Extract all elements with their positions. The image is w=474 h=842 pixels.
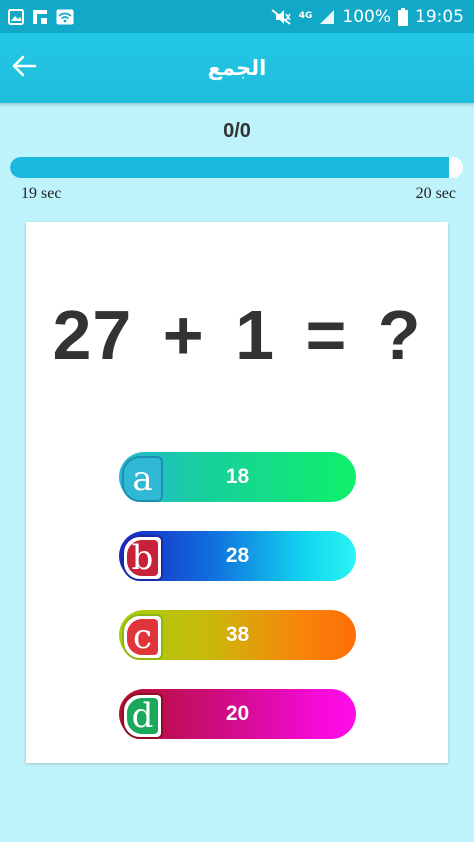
back-button[interactable] (8, 52, 40, 84)
answer-value: 28 (225, 544, 250, 567)
answer-letter: d (131, 696, 154, 736)
answer-letter: b (131, 538, 154, 578)
timer-progress-fill (10, 157, 450, 178)
answer-letter-fill: d (127, 698, 158, 734)
answer-letter-badge: b (122, 535, 163, 581)
answer-value: 20 (225, 702, 250, 725)
wifi-icon (56, 9, 74, 25)
gallery-icon (8, 8, 24, 25)
page-title: الجمع (207, 56, 267, 80)
flipboard-icon (32, 9, 48, 25)
score-counter: 0/0 (223, 120, 251, 142)
battery-icon (398, 7, 408, 26)
answer-letter: a (132, 459, 153, 499)
network-type-label: 4G (298, 11, 313, 21)
answer-button-a[interactable]: a 18 (119, 452, 356, 502)
answer-letter-fill: b (127, 540, 158, 576)
answer-value: 18 (225, 465, 250, 488)
answer-letter-badge: d (122, 693, 163, 739)
mute-icon (270, 8, 292, 26)
signal-icon (319, 9, 335, 25)
status-bar: 4G 100% 19:05 (0, 0, 474, 33)
status-bar-left (8, 8, 74, 25)
app-bar: الجمع (0, 33, 474, 103)
time-total-label: 20 sec (415, 185, 456, 202)
arrow-left-icon (11, 54, 37, 83)
answer-letter-fill: c (127, 619, 158, 655)
question-text: 27 + 1 = ? (52, 296, 422, 374)
status-bar-right: 4G 100% 19:05 (270, 7, 464, 27)
battery-percentage: 100% (342, 6, 391, 27)
answer-button-c[interactable]: c 38 (119, 610, 356, 660)
timer-progress-bar (10, 157, 463, 178)
answer-button-d[interactable]: d 20 (119, 689, 356, 739)
answer-value: 38 (225, 623, 250, 646)
time-remaining-label: 19 sec (21, 185, 62, 202)
answer-button-b[interactable]: b 28 (119, 531, 356, 581)
answer-options: a 18 b 28 c 38 d 20 (119, 452, 356, 768)
answer-letter: c (132, 617, 153, 657)
answer-letter-badge: c (122, 614, 163, 660)
answer-letter-badge: a (122, 456, 163, 502)
clock: 19:05 (415, 6, 464, 27)
